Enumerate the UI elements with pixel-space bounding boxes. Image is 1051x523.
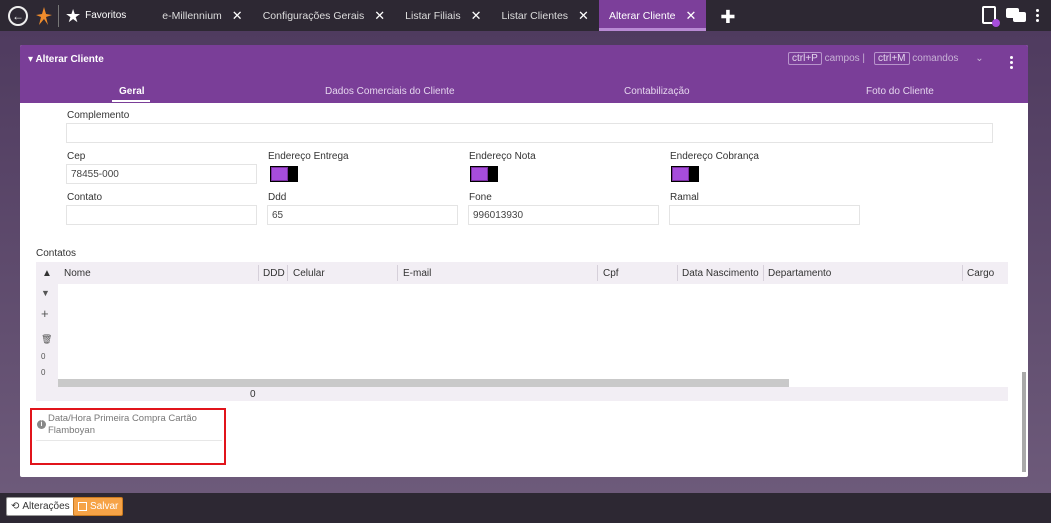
ddd-input[interactable]: 65 (267, 205, 458, 225)
tab-contabilizacao[interactable]: Contabilização (624, 86, 690, 97)
info-icon[interactable]: i (37, 420, 46, 429)
fone-label: Fone (469, 192, 492, 203)
grid-header: ▲ Nome DDD Celular E-mail Cpf Data Nasci… (36, 262, 1008, 284)
panel-menu-icon[interactable] (1010, 56, 1013, 69)
tab-label: e-Millennium (162, 9, 222, 22)
notification-dot (992, 19, 1000, 27)
clipboard-check-icon[interactable] (982, 6, 1000, 27)
history-icon: ⟲ (11, 501, 20, 512)
selected-count: 0 (41, 368, 46, 377)
ddd-label: Ddd (268, 192, 287, 203)
commands-shortcut-hint[interactable]: ctrl+M comandos ⌄ (874, 52, 984, 65)
panel-tabs: Geral Dados Comerciais do Cliente Contab… (20, 83, 1028, 103)
column-ddd[interactable]: DDD (263, 268, 285, 279)
favorites-link[interactable]: Favoritos (85, 10, 126, 21)
toolbar-divider (58, 4, 59, 27)
save-icon (78, 502, 87, 511)
contatos-grid: ▲ Nome DDD Celular E-mail Cpf Data Nasci… (36, 262, 1008, 402)
row-count: 0 (41, 352, 46, 361)
cep-input[interactable]: 78455-000 (66, 164, 257, 184)
contatos-label: Contatos (36, 248, 77, 259)
tab-geral[interactable]: Geral (119, 86, 145, 97)
ramal-input[interactable] (669, 205, 860, 225)
fone-input[interactable]: 996013930 (468, 205, 659, 225)
sort-up-icon[interactable]: ▲ (42, 268, 52, 279)
changes-button[interactable]: ⟲ Alterações (6, 497, 75, 516)
trash-icon[interactable]: 🗑 (41, 334, 52, 345)
add-row-icon[interactable]: + (41, 306, 49, 321)
sort-down-icon[interactable]: ▼ (41, 288, 50, 298)
panel-header: ▾ Alterar Cliente ctrl+P campos | ctrl+M… (20, 45, 1028, 103)
contato-label: Contato (67, 192, 103, 203)
close-icon[interactable]: ✕ (232, 8, 243, 24)
endereco-entrega-label: Endereço Entrega (268, 151, 349, 162)
endereco-entrega-toggle[interactable] (270, 166, 298, 182)
close-icon[interactable]: ✕ (685, 8, 696, 24)
ramal-label: Ramal (670, 192, 699, 203)
tab-configuracoes-gerais[interactable]: Configurações Gerais ✕ (253, 0, 395, 31)
panel-title[interactable]: ▾ Alterar Cliente (28, 54, 104, 65)
vertical-scrollbar[interactable] (1022, 372, 1026, 472)
fields-shortcut-hint[interactable]: ctrl+P campos | (788, 52, 865, 65)
tab-e-millennium[interactable]: e-Millennium ✕ (152, 0, 252, 31)
close-icon[interactable]: ✕ (578, 8, 589, 24)
bottom-action-bar: ⟲ Alterações Salvar (0, 493, 1051, 523)
tab-foto-do-cliente[interactable]: Foto do Cliente (866, 86, 934, 97)
chevron-down-icon[interactable]: ⌄ (975, 53, 983, 64)
endereco-cobranca-label: Endereço Cobrança (670, 151, 759, 162)
topbar-actions (982, 6, 1039, 27)
endereco-cobranca-toggle[interactable] (671, 166, 699, 182)
primeira-compra-input[interactable] (36, 440, 222, 460)
close-icon[interactable]: ✕ (374, 8, 385, 24)
column-data-nascimento[interactable]: Data Nascimento (682, 268, 759, 279)
grid-total: 0 (250, 389, 256, 400)
complemento-input[interactable] (66, 123, 993, 143)
grid-side-toolbar: ▼ + 🗑 0 0 (36, 284, 58, 388)
contato-input[interactable] (66, 205, 257, 225)
column-nome[interactable]: Nome (64, 268, 91, 279)
millennium-logo-icon[interactable] (36, 6, 52, 26)
chat-icon[interactable] (1006, 8, 1026, 22)
complemento-label: Complemento (67, 110, 130, 121)
top-navigation-bar: ← ★ Favoritos e-Millennium ✕ Configuraçõe… (0, 0, 1051, 31)
column-email[interactable]: E-mail (403, 268, 431, 279)
tab-listar-clientes[interactable]: Listar Clientes ✕ (492, 0, 599, 31)
tab-label: Listar Filiais (405, 9, 461, 22)
endereco-nota-toggle[interactable] (470, 166, 498, 182)
column-departamento[interactable]: Departamento (768, 268, 831, 279)
active-tab-indicator (112, 100, 150, 102)
tab-listar-filiais[interactable]: Listar Filiais ✕ (395, 0, 491, 31)
primeira-compra-label: Data/Hora Primeira Compra Cartão Flamboy… (48, 413, 197, 436)
tab-alterar-cliente[interactable]: Alterar Cliente ✕ (598, 0, 707, 31)
star-icon[interactable]: ★ (65, 7, 81, 25)
cep-label: Cep (67, 151, 86, 162)
plus-icon[interactable]: ✚ (720, 7, 735, 28)
highlight-box: i Data/Hora Primeira Compra Cartão Flamb… (30, 408, 226, 465)
column-celular[interactable]: Celular (293, 268, 325, 279)
close-icon[interactable]: ✕ (471, 8, 482, 24)
tab-label: Listar Clientes (501, 9, 569, 22)
vertical-dots-icon[interactable] (1036, 8, 1039, 22)
save-button[interactable]: Salvar (73, 497, 124, 516)
back-arrow-icon[interactable]: ← (8, 5, 28, 26)
column-cpf[interactable]: Cpf (603, 268, 619, 279)
horizontal-scrollbar[interactable] (58, 379, 789, 387)
grid-footer: 0 (36, 387, 1008, 401)
tab-dados-comerciais[interactable]: Dados Comerciais do Cliente (325, 86, 455, 97)
tab-label: Alterar Cliente (608, 9, 676, 22)
tab-label: Configurações Gerais (262, 9, 365, 22)
column-cargo[interactable]: Cargo (967, 268, 994, 279)
endereco-nota-label: Endereço Nota (469, 151, 536, 162)
